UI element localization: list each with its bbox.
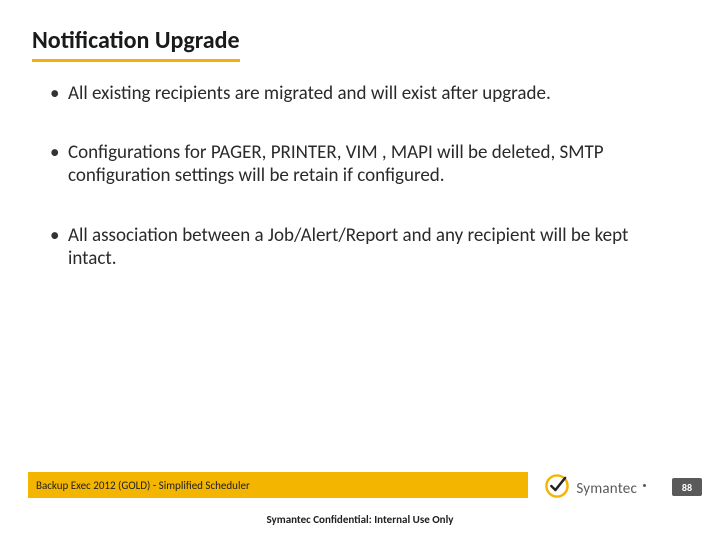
brand-logo: Symantec	[544, 473, 646, 504]
bullet-list: All existing recipients are migrated and…	[50, 82, 680, 270]
check-circle-icon	[544, 473, 570, 504]
list-item: Configurations for PAGER, PRINTER, VIM ,…	[50, 141, 680, 187]
brand-name: Symantec	[576, 480, 637, 498]
footer-bar-text: Backup Exec 2012 (GOLD) - Simplified Sch…	[36, 479, 250, 492]
slide: Notification Upgrade All existing recipi…	[0, 0, 720, 540]
page-title: Notification Upgrade	[32, 26, 240, 62]
confidential-footer: Symantec Confidential: Internal Use Only	[0, 513, 720, 526]
brand-dot-icon	[643, 484, 646, 487]
content-area: All existing recipients are migrated and…	[50, 82, 680, 306]
page-number-badge: 88	[672, 478, 702, 496]
list-item: All association between a Job/Alert/Repo…	[50, 224, 680, 270]
list-item: All existing recipients are migrated and…	[50, 82, 680, 105]
footer-bar: Backup Exec 2012 (GOLD) - Simplified Sch…	[28, 472, 528, 498]
